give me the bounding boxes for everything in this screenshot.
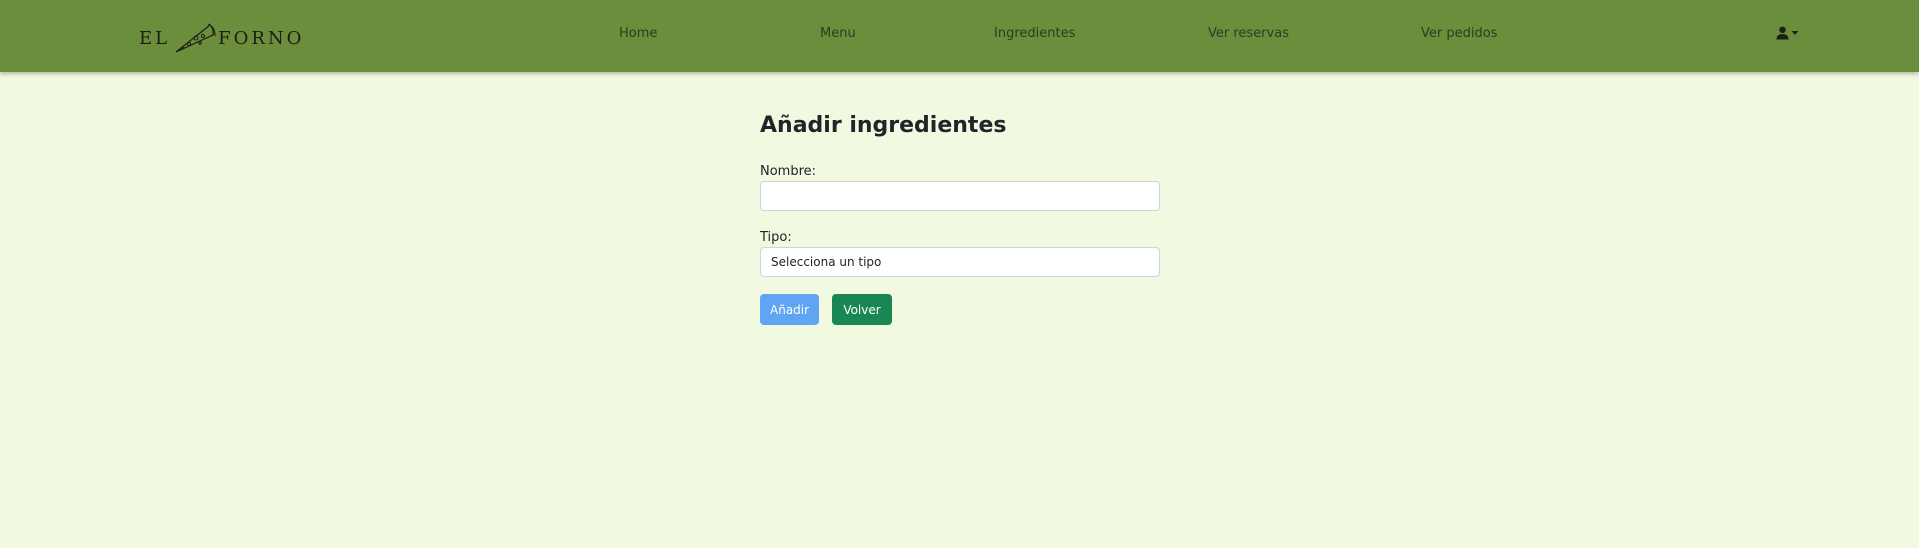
name-input[interactable] [760,181,1160,211]
nav-link-ver-pedidos[interactable]: Ver pedidos [1421,26,1497,41]
type-select-value: Selecciona un tipo [771,255,882,269]
nav-link-home[interactable]: Home [619,26,657,41]
brand-logo[interactable]: EL FORNO [139,18,304,58]
user-icon [1776,26,1789,40]
logo-text-right: FORNO [218,27,305,49]
user-menu-dropdown[interactable] [1776,26,1799,40]
page-title: Añadir ingredientes [760,113,1007,138]
nav-link-ver-reservas[interactable]: Ver reservas [1208,26,1289,41]
type-select[interactable]: Selecciona un tipo [760,247,1160,277]
navbar: EL FORNO Home Menu Ingredientes Ver rese… [0,0,1919,72]
type-label: Tipo: [760,230,792,245]
back-button[interactable]: Volver [832,294,892,325]
nav-link-ingredientes[interactable]: Ingredientes [994,26,1075,41]
add-ingredient-form: Añadir ingredientes Nombre: Tipo: Selecc… [760,110,1160,325]
add-button[interactable]: Añadir [760,294,819,325]
name-label: Nombre: [760,164,817,179]
logo-text-left: EL [139,27,171,49]
pizza-slice-icon [175,23,216,53]
caret-down-icon [1791,31,1799,35]
nav-link-menu[interactable]: Menu [820,26,856,41]
